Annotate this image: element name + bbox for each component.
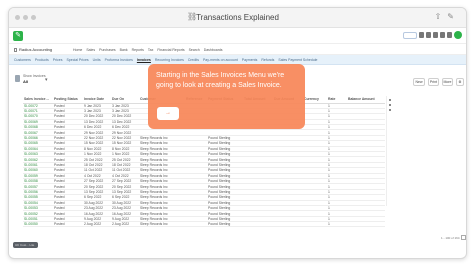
tab-payments[interactable]: Payments — [242, 58, 258, 62]
column-menu[interactable] — [386, 96, 393, 206]
table-cell: 2 Aug 2022 — [111, 221, 139, 228]
tab-refunds[interactable]: Refunds — [261, 58, 274, 62]
table-cell — [347, 221, 385, 228]
nav-item-purchases[interactable]: Purchases — [99, 48, 116, 52]
tab-proforma-invoices[interactable]: Proforma Invoices — [105, 58, 133, 62]
column-header[interactable]: Sales Invoice ... — [23, 96, 53, 104]
nav-item-search[interactable]: Search — [189, 48, 200, 52]
help-icon[interactable] — [433, 32, 438, 38]
nav-item-bank[interactable]: Bank — [120, 48, 128, 52]
window-titlebar: ⛓ Transactions Explained ⇧ ✎ — [9, 8, 466, 28]
table-cell: Sleep Records Inc — [139, 221, 185, 228]
company-name: Radius Accounting — [14, 47, 52, 52]
account-avatar[interactable] — [454, 31, 462, 39]
more-button[interactable]: More — [442, 78, 453, 86]
app-window: ⛓ Transactions Explained ⇧ ✎ ✎ Radius Ac… — [8, 7, 467, 259]
calendar-icon[interactable] — [419, 32, 424, 38]
tooltip-next-button[interactable]: → — [157, 107, 179, 120]
tab-special-prices[interactable]: Special Prices — [66, 58, 88, 62]
nav-item-home[interactable]: Home — [73, 48, 82, 52]
tab-recurring-invoices[interactable]: Recurring Invoices — [155, 58, 184, 62]
share-icon[interactable]: ⇧ — [435, 12, 442, 21]
bell-icon[interactable] — [426, 32, 431, 38]
pagination-text: 1 - 100 of 164 — [441, 236, 460, 240]
table-cell — [273, 221, 303, 228]
app-header: ✎ — [9, 28, 466, 44]
tab-invoices[interactable]: Invoices — [137, 58, 151, 62]
tab-prices[interactable]: Prices — [53, 58, 63, 62]
table-cell: 2 Aug 2022 — [83, 221, 111, 228]
gear-icon[interactable]: ⚙ — [456, 78, 464, 86]
tab-sales-payment-schedule[interactable]: Sales Payment Schedule — [278, 58, 317, 62]
main-nav: Radius Accounting Home Sales Purchases Bank… — [9, 44, 466, 55]
tab-products[interactable]: Products — [35, 58, 49, 62]
column-header[interactable]: Balance Amount — [347, 96, 385, 104]
column-header[interactable]: Currency — [303, 96, 327, 104]
filter-icon — [15, 75, 20, 82]
table-cell[interactable]: SI-00050 — [23, 221, 53, 228]
chevron-down-icon[interactable]: ▾ — [45, 77, 48, 83]
table-cell: Pound Sterling — [207, 221, 243, 228]
table-cell — [303, 221, 327, 228]
filter-select[interactable]: All — [23, 79, 28, 84]
print-button[interactable]: Print — [428, 78, 439, 86]
nav-item-reports[interactable]: Reports — [132, 48, 144, 52]
status-badge[interactable]: UK Cust... Lite — [13, 242, 38, 248]
document-icon — [14, 47, 17, 52]
company-selector[interactable] — [403, 31, 417, 39]
tab-credits[interactable]: Credits — [188, 58, 199, 62]
nav-item-sales[interactable]: Sales — [86, 48, 95, 52]
table-cell: Posted — [53, 221, 83, 228]
column-header[interactable]: Invoice Date — [83, 96, 111, 104]
table-cell — [243, 221, 273, 228]
filter-label: Show Invoices — [23, 74, 46, 78]
tab-units[interactable]: Units — [93, 58, 101, 62]
column-header[interactable]: Due On — [111, 96, 139, 104]
table-cell: 1 — [327, 221, 347, 228]
table-row[interactable]: SI-00050 Posted 2 Aug 2022 2 Aug 2022 Sleep … — [23, 221, 385, 228]
nav-item-dashboards[interactable]: Dashboards — [204, 48, 223, 52]
settings-icon[interactable] — [440, 32, 445, 38]
window-title: Transactions Explained — [196, 13, 279, 22]
user-icon[interactable] — [447, 32, 452, 38]
column-header[interactable]: Posting Status — [53, 96, 83, 104]
nav-item-financial-reports[interactable]: Financial Reports — [157, 48, 184, 52]
new-button[interactable]: New — [413, 78, 425, 86]
column-header[interactable]: Rate — [327, 96, 347, 104]
pagination-next[interactable] — [461, 235, 466, 240]
tooltip-text: Starting in the Sales Invoices Menu we'r… — [156, 72, 285, 89]
edit-icon[interactable]: ✎ — [447, 12, 454, 21]
nav-item-tax[interactable]: Tax — [148, 48, 153, 52]
top-nav-menu: Home Sales Purchases Bank Reports Tax Financia… — [73, 48, 223, 52]
table-cell — [185, 221, 207, 228]
tab-pay-ments-on-account[interactable]: Pay-ments on account — [203, 58, 238, 62]
tab-customers[interactable]: Customers — [14, 58, 31, 62]
app-logo[interactable]: ✎ — [13, 31, 23, 41]
